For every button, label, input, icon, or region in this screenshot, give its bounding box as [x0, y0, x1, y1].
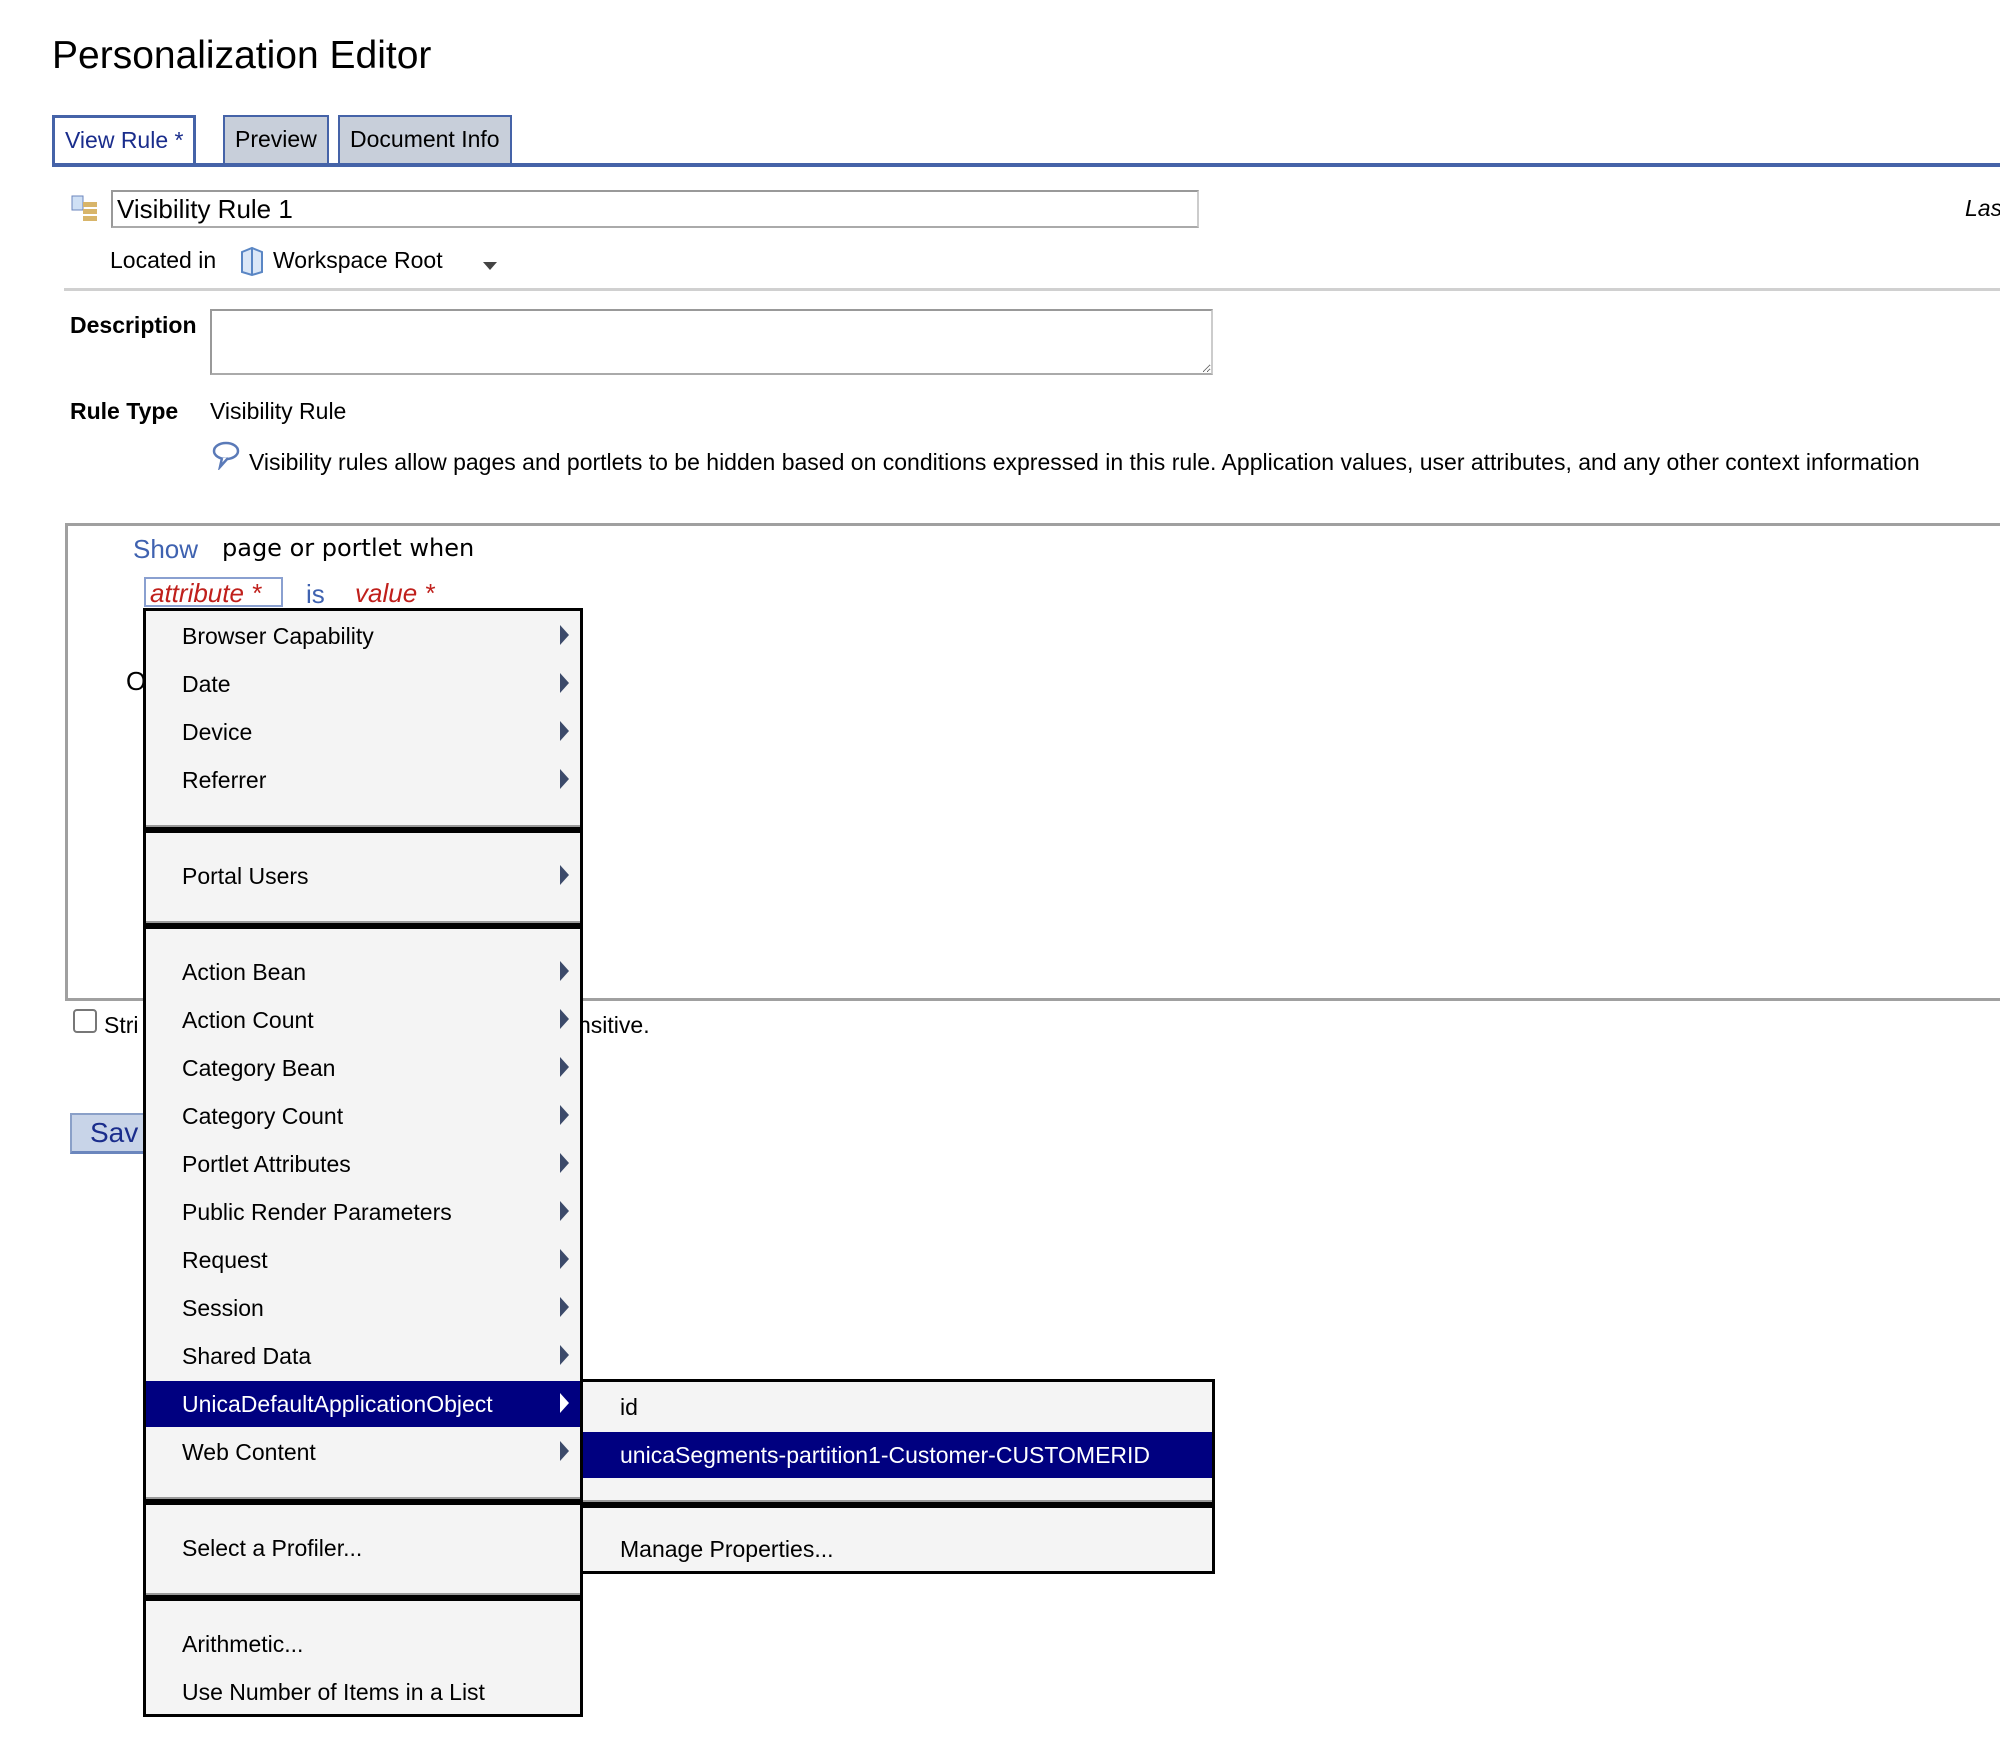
save-button[interactable]: Sav: [70, 1113, 150, 1154]
chevron-right-icon: [560, 1201, 569, 1221]
workspace-icon: [238, 246, 266, 277]
menu-item[interactable]: Category Count: [146, 1093, 580, 1139]
menu-item-label: UnicaDefaultApplicationObject: [182, 1391, 493, 1417]
menu-item[interactable]: Use Number of Items in a List: [146, 1669, 580, 1715]
chevron-right-icon: [560, 1153, 569, 1173]
chevron-right-icon: [560, 625, 569, 645]
chevron-right-icon: [560, 1345, 569, 1365]
located-in-label: Located in: [110, 247, 217, 273]
menu-item-label: Web Content: [182, 1439, 316, 1465]
operator-selector[interactable]: is: [306, 579, 325, 610]
menu-item[interactable]: Shared Data: [146, 1333, 580, 1379]
menu-item[interactable]: Portal Users: [146, 853, 580, 899]
menu-item[interactable]: Web Content: [146, 1429, 580, 1475]
menu-item[interactable]: Category Bean: [146, 1045, 580, 1091]
menu-item-label: Public Render Parameters: [182, 1199, 452, 1225]
divider: [64, 288, 2000, 291]
menu-item[interactable]: Select a Profiler...: [146, 1525, 580, 1571]
chevron-right-icon: [560, 1441, 569, 1461]
page-or-portlet-text: page or portlet when: [222, 534, 475, 562]
tab-document-info[interactable]: Document Info: [338, 115, 512, 163]
rule-type-help: Visibility rules allow pages and portlet…: [249, 449, 1920, 475]
menu-separator: [146, 921, 580, 929]
menu-item-label: Shared Data: [182, 1343, 312, 1369]
chevron-right-icon: [560, 1393, 569, 1413]
menu-item[interactable]: UnicaDefaultApplicationObject: [146, 1381, 580, 1427]
menu-item-label: Category Bean: [182, 1055, 336, 1081]
chevron-right-icon: [560, 1297, 569, 1317]
menu-item-label: Browser Capability: [182, 623, 374, 649]
attribute-menu: Browser Capability Date Device Referrer Port…: [143, 608, 583, 1717]
last-modified-label: Las: [1965, 195, 2000, 221]
menu-item[interactable]: Request: [146, 1237, 580, 1283]
submenu-item-label: id: [620, 1394, 638, 1420]
menu-item-label: Action Count: [182, 1007, 314, 1033]
checkbox-label-start: Stri: [104, 1012, 139, 1038]
location-value[interactable]: Workspace Root: [273, 247, 443, 274]
speech-bubble-icon: [211, 440, 241, 472]
menu-item[interactable]: Referrer: [146, 757, 580, 803]
chevron-right-icon: [560, 721, 569, 741]
tab-label: View Rule: [65, 127, 169, 153]
chevron-right-icon: [560, 961, 569, 981]
checkbox-label-end: nsitive.: [578, 1012, 650, 1038]
menu-item-label: Category Count: [182, 1103, 344, 1129]
show-toggle[interactable]: Show: [133, 534, 198, 565]
case-sensitive-checkbox[interactable]: [73, 1009, 97, 1033]
modified-marker: *: [174, 127, 184, 153]
menu-item-label: Action Bean: [182, 959, 307, 985]
page-title: Personalization Editor: [52, 34, 432, 77]
menu-item[interactable]: Action Count: [146, 997, 580, 1043]
menu-separator: [146, 1497, 580, 1505]
chevron-right-icon: [560, 673, 569, 693]
menu-separator: [146, 1593, 580, 1601]
menu-item[interactable]: Action Bean: [146, 949, 580, 995]
chevron-down-icon[interactable]: [483, 262, 497, 270]
menu-item[interactable]: Public Render Parameters: [146, 1189, 580, 1235]
tab-underline: [52, 163, 2000, 167]
chevron-right-icon: [560, 1057, 569, 1077]
attribute-selector[interactable]: attribute *: [150, 578, 261, 609]
submenu-item[interactable]: unicaSegments-partition1-Customer-CUSTOM…: [583, 1432, 1212, 1478]
rule-icon: [71, 194, 99, 224]
menu-item-label: Referrer: [182, 767, 267, 793]
submenu-item-label: unicaSegments-partition1-Customer-CUSTOM…: [620, 1442, 1151, 1468]
manage-properties-item[interactable]: Manage Properties...: [583, 1526, 1212, 1572]
description-label: Description: [70, 312, 197, 338]
chevron-right-icon: [560, 1105, 569, 1125]
description-input[interactable]: [210, 309, 1213, 375]
tab-view-rule[interactable]: View Rule *: [52, 115, 197, 167]
menu-item-label: Portlet Attributes: [182, 1151, 351, 1177]
menu-item[interactable]: Arithmetic...: [146, 1621, 580, 1667]
menu-item-label: Request: [182, 1247, 268, 1273]
attribute-submenu: id unicaSegments-partition1-Customer-CUST…: [583, 1379, 1215, 1574]
menu-item-label: Select a Profiler...: [182, 1535, 363, 1561]
submenu-item[interactable]: id: [583, 1384, 1212, 1430]
menu-item-label: Date: [182, 671, 231, 697]
menu-item-label: Session: [182, 1295, 264, 1321]
tab-preview[interactable]: Preview: [223, 115, 329, 163]
menu-item-label: Arithmetic...: [182, 1631, 304, 1657]
chevron-right-icon: [560, 1009, 569, 1029]
menu-separator: [146, 825, 580, 833]
menu-separator: [583, 1500, 1212, 1508]
menu-item[interactable]: Device: [146, 709, 580, 755]
menu-item[interactable]: Browser Capability: [146, 613, 580, 659]
chevron-right-icon: [560, 1249, 569, 1269]
rule-type-value: Visibility Rule: [210, 398, 347, 424]
rule-type-label: Rule Type: [70, 398, 179, 424]
menu-item-label: Portal Users: [182, 863, 309, 889]
menu-item[interactable]: Session: [146, 1285, 580, 1331]
menu-item-label: Use Number of Items in a List: [182, 1679, 485, 1705]
menu-item-label: Device: [182, 719, 253, 745]
value-selector[interactable]: value *: [355, 578, 435, 609]
rule-name-input[interactable]: [111, 190, 1199, 228]
menu-item[interactable]: Portlet Attributes: [146, 1141, 580, 1187]
menu-item[interactable]: Date: [146, 661, 580, 707]
chevron-right-icon: [560, 769, 569, 789]
chevron-right-icon: [560, 865, 569, 885]
